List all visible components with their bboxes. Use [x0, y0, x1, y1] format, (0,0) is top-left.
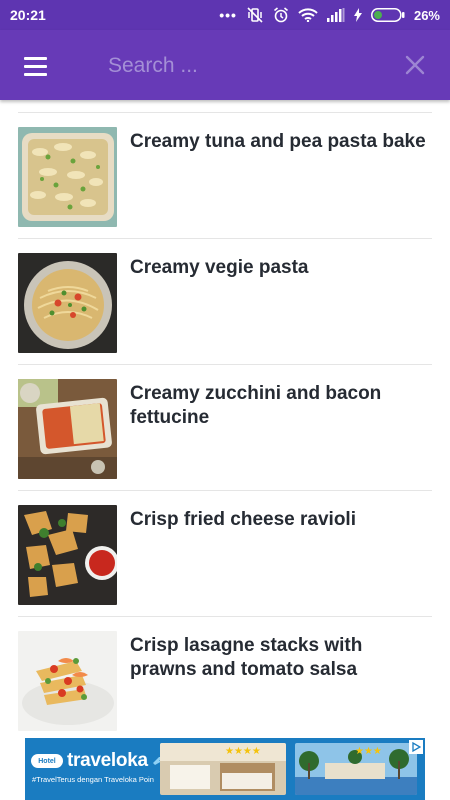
recipe-list-item[interactable]: Crisp fried cheese ravioli: [18, 490, 432, 616]
ad-logo: Hotel traveloka: [31, 750, 164, 772]
close-icon[interactable]: [399, 49, 431, 81]
ad-hotel-badge: Hotel: [31, 754, 63, 768]
battery-percent: 26%: [413, 7, 440, 23]
more-dots-icon: •••: [219, 7, 237, 23]
recipe-title: Crisp fried cheese ravioli: [130, 509, 356, 530]
recipe-thumbnail: [18, 379, 117, 479]
recipe-title: Creamy tuna and pea pasta bake: [130, 131, 426, 152]
recipe-title: Creamy zucchini and bacon fettucine: [130, 383, 382, 428]
recipe-list-item[interactable]: Crisp lasagne stacks with prawns and tom…: [18, 616, 432, 742]
ad-choices-icon[interactable]: [409, 740, 423, 754]
vibrate-off-icon: [246, 7, 264, 23]
charging-icon: [353, 8, 362, 22]
recipe-thumbnail: [18, 631, 117, 731]
recipe-list-item[interactable]: Creamy tuna and pea pasta bake: [18, 112, 432, 238]
alarm-icon: [273, 7, 289, 23]
ad-banner[interactable]: Hotel traveloka #TravelTerus dengan Trav…: [25, 738, 425, 800]
recipe-list-item[interactable]: Creamy vegie pasta: [18, 238, 432, 364]
status-icons: ••• 26%: [219, 7, 440, 23]
hamburger-menu-icon[interactable]: [14, 45, 56, 87]
recipe-title: Crisp lasagne stacks with prawns and tom…: [130, 635, 363, 680]
ad-tagline: #TravelTerus dengan Traveloka Poin: [32, 775, 154, 784]
ad-brand: traveloka: [67, 750, 148, 771]
recipe-list-item[interactable]: Creamy zucchini and bacon fettucine: [18, 364, 432, 490]
ad-rating-stars: ★★★★: [225, 746, 261, 757]
wifi-icon: [298, 8, 318, 22]
recipe-thumbnail: [18, 253, 117, 353]
battery-icon: [371, 8, 405, 22]
status-time: 20:21: [10, 7, 46, 23]
signal-icon: [326, 8, 345, 22]
recipe-title: Creamy vegie pasta: [130, 257, 309, 278]
app-bar: [0, 30, 450, 100]
status-bar: 20:21 ••• 26%: [0, 0, 450, 30]
ad-hotel-photo: [160, 743, 286, 795]
recipe-thumbnail: [18, 505, 117, 605]
recipe-list: Creamy tuna and pea pasta bake Creamy ve…: [18, 112, 432, 742]
ad-rating-stars: ★★★: [355, 746, 382, 757]
recipe-thumbnail: [18, 127, 117, 227]
search-input[interactable]: [108, 50, 388, 82]
